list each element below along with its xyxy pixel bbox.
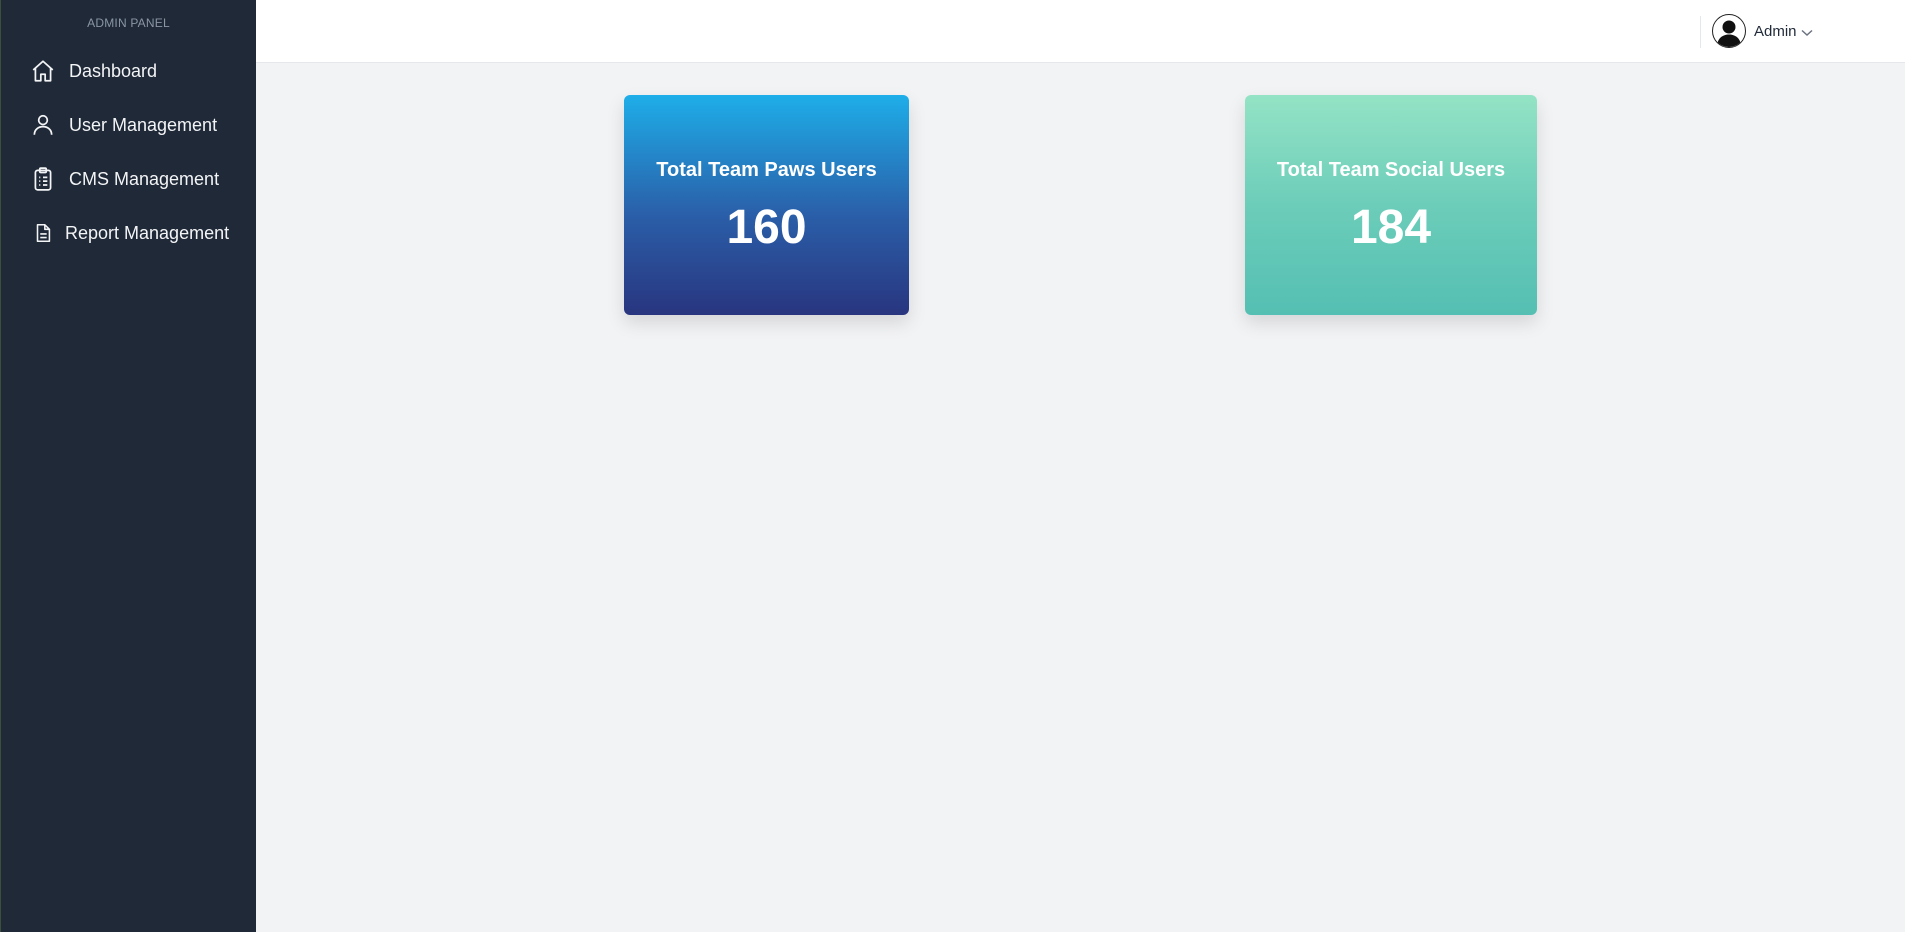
sidebar-item-label: User Management: [69, 114, 218, 135]
user-silhouette-icon: [1717, 20, 1741, 47]
clipboard-icon: [29, 165, 57, 193]
sidebar-item-user-management[interactable]: User Management: [1, 98, 256, 152]
sidebar-item-label: Dashboard: [69, 60, 158, 81]
sidebar-item-dashboard[interactable]: Dashboard: [1, 44, 256, 98]
top-bar: Admin: [256, 0, 1905, 63]
sidebar-item-report-management[interactable]: Report Management: [1, 206, 256, 260]
chevron-down-icon: [1801, 24, 1813, 42]
header-divider: [1700, 16, 1701, 48]
stat-card-title: Total Team Paws Users: [656, 159, 877, 181]
stat-card-title: Total Team Social Users: [1276, 159, 1506, 181]
stat-card-value: 160: [726, 201, 807, 254]
user-menu[interactable]: Admin: [1712, 14, 1813, 48]
avatar: [1712, 14, 1746, 48]
sidebar-item-cms-management[interactable]: CMS Management: [1, 152, 256, 206]
home-icon: [29, 57, 57, 85]
sidebar-item-label: CMS Management: [69, 168, 220, 189]
stat-card-value: 184: [1350, 201, 1432, 254]
sidebar-item-label: Report Management: [65, 222, 230, 243]
stat-card-team-paws: Total Team Paws Users 160: [624, 95, 909, 315]
brand-label: ADMIN PANEL: [87, 16, 170, 30]
document-icon: [29, 219, 57, 247]
user-icon: [29, 111, 57, 139]
stat-card-team-social: Total Team Social Users 184: [1245, 95, 1537, 315]
sidebar: ADMIN PANEL Dashboard User Management CM…: [0, 0, 256, 932]
user-name: Admin: [1754, 22, 1797, 40]
